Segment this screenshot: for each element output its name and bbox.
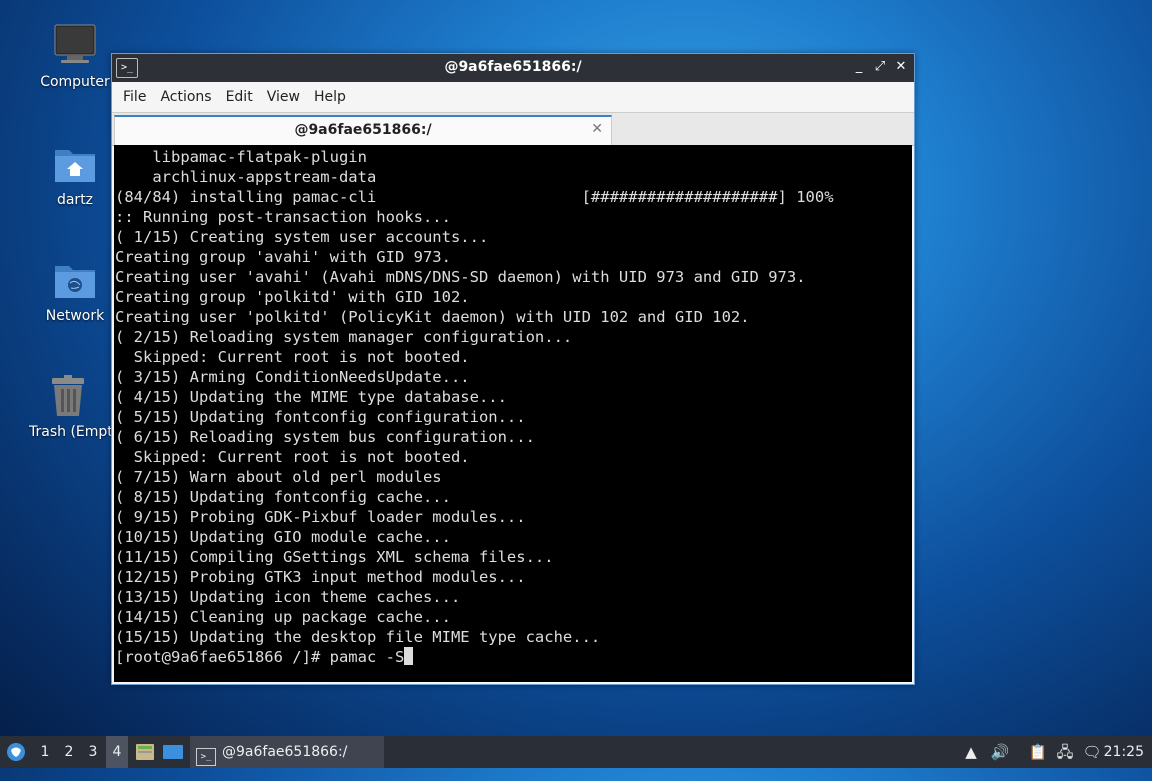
notification-icon[interactable]: 🗨 — [1080, 736, 1104, 768]
window-titlebar[interactable]: >_ @9a6fae651866:/ _ ⤢ ✕ — [112, 54, 914, 82]
terminal-line: ( 7/15) Warn about old perl modules — [115, 468, 442, 486]
home-folder-icon — [51, 140, 99, 188]
workspace-4[interactable]: 4 — [106, 736, 128, 768]
task-label: @9a6fae651866:/ — [222, 744, 348, 760]
menu-edit[interactable]: Edit — [219, 89, 260, 105]
workspace-2[interactable]: 2 — [58, 736, 80, 768]
terminal-line: ( 8/15) Updating fontconfig cache... — [115, 488, 451, 506]
terminal-line: Creating group 'avahi' with GID 973. — [115, 248, 451, 266]
workspace-3[interactable]: 3 — [82, 736, 104, 768]
desktop-icon — [163, 745, 183, 759]
terminal-line: ( 2/15) Reloading system manager configu… — [115, 328, 573, 346]
terminal-output[interactable]: libpamac-flatpak-plugin archlinux-appstr… — [114, 145, 912, 682]
terminal-line: ( 5/15) Updating fontconfig configuratio… — [115, 408, 526, 426]
terminal-window[interactable]: >_ @9a6fae651866:/ _ ⤢ ✕ File Actions Ed… — [111, 53, 915, 685]
terminal-line: (10/15) Updating GIO module cache... — [115, 528, 451, 546]
volume-icon[interactable]: 🔊 — [988, 736, 1012, 768]
terminal-icon: >_ — [196, 748, 216, 766]
desktop-icon-computer[interactable]: Computer — [25, 22, 125, 90]
computer-icon — [51, 22, 99, 70]
window-title: @9a6fae651866:/ — [444, 59, 582, 75]
file-manager-icon — [136, 744, 154, 760]
desktop-icon-label: Computer — [40, 74, 110, 90]
terminal-line: (13/15) Updating icon theme caches... — [115, 588, 461, 606]
terminal-line: :: Running post-transaction hooks... — [115, 208, 451, 226]
menu-file[interactable]: File — [116, 89, 153, 105]
network-folder-icon — [51, 256, 99, 304]
menu-bar: File Actions Edit View Help — [112, 82, 914, 112]
desktop-icon-label: dartz — [56, 192, 94, 208]
terminal-line: (84/84) installing pamac-cli [##########… — [115, 188, 834, 206]
file-manager-launcher[interactable] — [134, 736, 156, 768]
desktop-icon-network[interactable]: Network — [25, 256, 125, 324]
desktop-icon-label: Trash (Empty) — [29, 424, 111, 440]
tray-expand-icon[interactable]: ▲ — [959, 736, 983, 768]
terminal-prompt-line[interactable]: [root@9a6fae651866 /]# pamac -S — [115, 647, 912, 667]
tab-terminal[interactable]: @9a6fae651866:/ ✕ — [114, 115, 612, 145]
desktop-icon-trash[interactable]: Trash (Empty) — [25, 372, 111, 440]
menu-view[interactable]: View — [260, 89, 307, 105]
terminal-line: archlinux-appstream-data — [115, 168, 377, 186]
terminal-line: ( 6/15) Reloading system bus configurati… — [115, 428, 535, 446]
clock[interactable]: 21:25 — [1104, 736, 1144, 768]
terminal-line: (12/15) Probing GTK3 input method module… — [115, 568, 526, 586]
trash-icon — [44, 372, 92, 420]
terminal-cursor — [404, 647, 414, 665]
desktop-icon-label: Network — [45, 308, 105, 324]
clipboard-icon[interactable]: 📋 — [1026, 736, 1050, 768]
app-menu-button[interactable] — [4, 736, 28, 768]
menu-actions[interactable]: Actions — [153, 89, 218, 105]
terminal-line: Creating group 'polkitd' with GID 102. — [115, 288, 470, 306]
terminal-line: ( 1/15) Creating system user accounts... — [115, 228, 489, 246]
close-button[interactable]: ✕ — [892, 58, 910, 76]
terminal-prompt: [root@9a6fae651866 /]# pamac -S — [115, 648, 405, 666]
taskbar-task-terminal[interactable]: >_ @9a6fae651866:/ — [190, 736, 384, 768]
terminal-line: (14/15) Cleaning up package cache... — [115, 608, 451, 626]
workspace-1[interactable]: 1 — [34, 736, 56, 768]
terminal-line: Creating user 'polkitd' (PolicyKit daemo… — [115, 308, 750, 326]
terminal-line: (11/15) Compiling GSettings XML schema f… — [115, 548, 554, 566]
terminal-line: ( 4/15) Updating the MIME type database.… — [115, 388, 507, 406]
terminal-line: (15/15) Updating the desktop file MIME t… — [115, 628, 601, 646]
tab-label: @9a6fae651866:/ — [294, 122, 432, 138]
terminal-line: Creating user 'avahi' (Avahi mDNS/DNS-SD… — [115, 268, 806, 286]
terminal-line: libpamac-flatpak-plugin — [115, 148, 367, 166]
menu-help[interactable]: Help — [307, 89, 353, 105]
terminal-line: ( 9/15) Probing GDK-Pixbuf loader module… — [115, 508, 526, 526]
tab-close-icon[interactable]: ✕ — [591, 121, 603, 137]
network-icon[interactable]: 🖧 — [1053, 736, 1077, 768]
terminal-line: Skipped: Current root is not booted. — [115, 448, 470, 466]
terminal-line: ( 3/15) Arming ConditionNeedsUpdate... — [115, 368, 470, 386]
tab-bar: @9a6fae651866:/ ✕ — [112, 112, 914, 146]
start-menu-icon — [7, 743, 25, 761]
show-desktop-button[interactable] — [160, 736, 186, 768]
desktop-icon-home[interactable]: dartz — [25, 140, 125, 208]
taskbar: 1 2 3 4 >_ @9a6fae651866:/ ▲ 🔊 📋 🖧 🗨 21:2… — [0, 736, 1152, 768]
maximize-button[interactable]: ⤢ — [871, 58, 889, 76]
terminal-line: Skipped: Current root is not booted. — [115, 348, 470, 366]
minimize-button[interactable]: _ — [850, 58, 868, 76]
